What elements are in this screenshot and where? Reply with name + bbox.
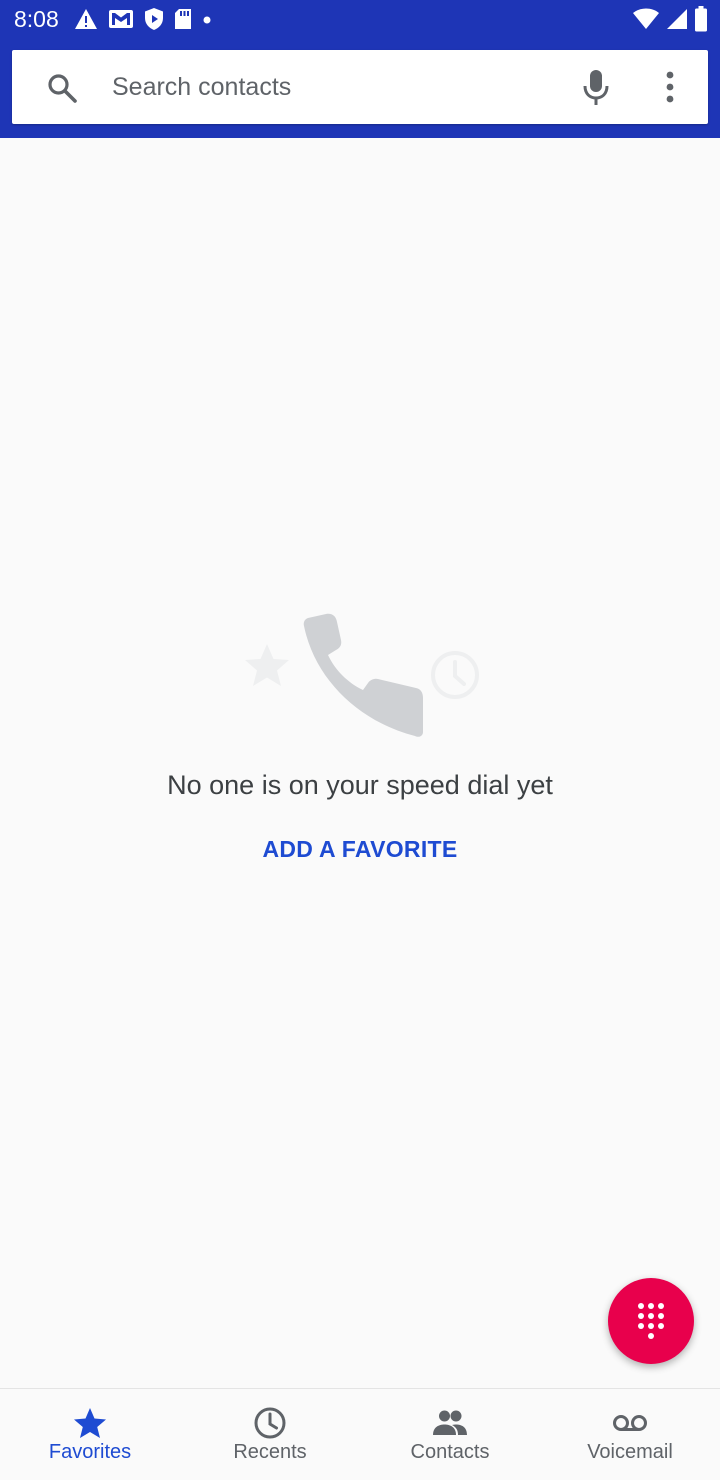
voicemail-icon	[613, 1415, 647, 1431]
empty-state-message: No one is on your speed dial yet	[167, 770, 553, 800]
tab-recents[interactable]: Recents	[180, 1389, 360, 1480]
signal-icon	[667, 9, 687, 29]
dialpad-icon	[638, 1303, 664, 1339]
tab-contacts[interactable]: Contacts	[360, 1389, 540, 1480]
gmail-icon	[109, 10, 133, 28]
tab-favorites-label: Favorites	[48, 1441, 132, 1463]
system-icons	[632, 5, 708, 33]
search-icon[interactable]	[46, 72, 78, 104]
sd-card-icon	[175, 9, 191, 29]
tab-recents-label: Recents	[233, 1441, 307, 1463]
alert-icon	[75, 9, 97, 29]
empty-clock-icon	[431, 651, 479, 699]
empty-star-icon	[245, 644, 289, 686]
tab-voicemail[interactable]: Voicemail	[540, 1389, 720, 1480]
search-bar[interactable]	[12, 50, 708, 124]
empty-phone-icon	[303, 613, 423, 737]
microphone-icon[interactable]	[582, 68, 610, 108]
star-icon	[74, 1408, 106, 1438]
tab-voicemail-label: Voicemail	[587, 1441, 673, 1463]
status-bar: 8:08	[0, 0, 720, 38]
speed-dial-empty-illustration	[245, 613, 479, 737]
tab-favorites[interactable]: Favorites	[0, 1389, 180, 1480]
bottom-navigation: Favorites Recents Contacts Voicemail	[0, 1388, 720, 1480]
add-favorite-button[interactable]: ADD A FAVORITE	[250, 828, 470, 870]
dialpad-fab[interactable]	[608, 1278, 694, 1364]
notification-icons	[74, 6, 212, 32]
clock-icon	[254, 1407, 286, 1439]
battery-icon	[695, 6, 707, 32]
wifi-icon	[633, 8, 659, 29]
dot-icon	[203, 16, 211, 24]
status-time: 8:08	[14, 6, 59, 32]
shield-icon	[145, 8, 163, 30]
people-icon	[433, 1410, 467, 1435]
tab-contacts-label: Contacts	[410, 1441, 490, 1463]
more-options-icon[interactable]	[658, 70, 682, 104]
search-input[interactable]	[112, 60, 552, 114]
phone-app-screen: 8:08 Search contacts No one is on your s…	[0, 0, 720, 1480]
